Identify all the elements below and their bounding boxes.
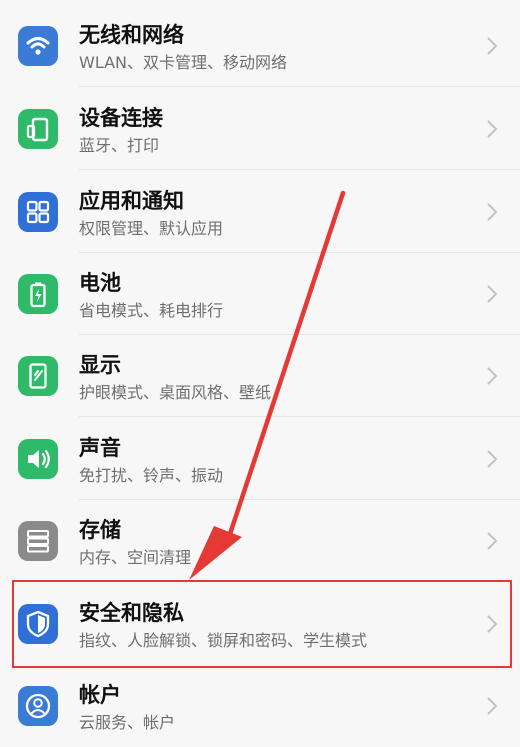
settings-item-subtitle: 蓝牙、打印 <box>79 136 160 155</box>
storage-icon <box>18 521 58 561</box>
chevron-right-icon <box>487 450 498 468</box>
chevron-right-icon <box>487 697 498 715</box>
settings-item-subtitle: 省电模式、耗电排行 <box>79 301 224 320</box>
settings-item-subtitle: WLAN、双卡管理、移动网络 <box>79 53 288 72</box>
battery-icon <box>18 274 58 314</box>
settings-item-title: 声音 <box>79 436 121 460</box>
settings-item-wireless-network[interactable]: 无线和网络 WLAN、双卡管理、移动网络 <box>0 5 520 87</box>
settings-item-title: 帐户 <box>79 683 121 707</box>
settings-item-apps-notifications[interactable]: 应用和通知 权限管理、默认应用 <box>0 171 520 253</box>
chevron-right-icon <box>487 120 498 138</box>
chevron-right-icon <box>487 532 498 550</box>
settings-item-subtitle: 云服务、帐户 <box>79 713 176 732</box>
settings-item-display[interactable]: 显示 护眼模式、桌面风格、壁纸 <box>0 335 520 417</box>
settings-item-title: 无线和网络 <box>79 23 184 47</box>
settings-item-device-connection[interactable]: 设备连接 蓝牙、打印 <box>0 88 520 170</box>
highlight-box <box>12 580 512 668</box>
settings-item-subtitle: 护眼模式、桌面风格、壁纸 <box>79 383 272 402</box>
settings-item-account[interactable]: 帐户 云服务、帐户 <box>0 665 520 747</box>
sound-icon <box>18 439 58 479</box>
divider <box>79 86 520 87</box>
divider <box>79 169 520 170</box>
settings-item-sound[interactable]: 声音 免打扰、铃声、振动 <box>0 418 520 500</box>
settings-item-title: 显示 <box>79 353 121 377</box>
chevron-right-icon <box>487 37 498 55</box>
settings-item-storage[interactable]: 存储 内存、空间清理 <box>0 500 520 582</box>
settings-item-title: 设备连接 <box>79 106 163 130</box>
chevron-right-icon <box>487 203 498 221</box>
apps-grid-icon <box>18 192 58 232</box>
chevron-right-icon <box>487 367 498 385</box>
settings-item-subtitle: 内存、空间清理 <box>79 548 192 567</box>
settings-item-subtitle: 权限管理、默认应用 <box>79 219 224 238</box>
device-connect-icon <box>18 109 58 149</box>
settings-item-title: 应用和通知 <box>79 189 184 213</box>
account-icon <box>18 686 58 726</box>
display-icon <box>18 356 58 396</box>
wifi-icon <box>18 26 58 66</box>
settings-item-subtitle: 免打扰、铃声、振动 <box>79 466 224 485</box>
settings-item-title: 存储 <box>79 518 121 542</box>
divider <box>79 416 520 417</box>
settings-item-battery[interactable]: 电池 省电模式、耗电排行 <box>0 253 520 335</box>
chevron-right-icon <box>487 285 498 303</box>
settings-item-title: 电池 <box>79 271 121 295</box>
